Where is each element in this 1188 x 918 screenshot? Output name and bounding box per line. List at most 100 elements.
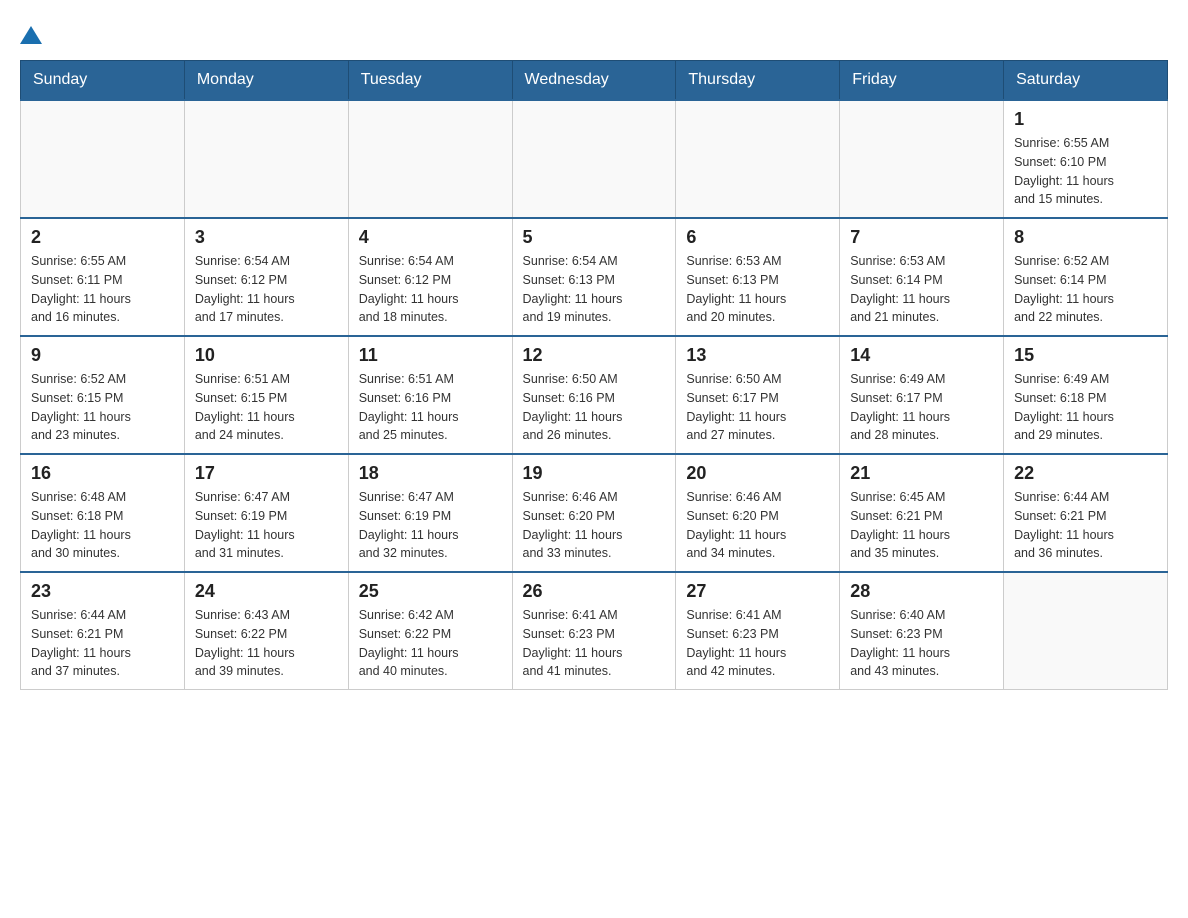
day-info: Sunrise: 6:52 AMSunset: 6:15 PMDaylight:… (31, 370, 174, 445)
day-info: Sunrise: 6:54 AMSunset: 6:13 PMDaylight:… (523, 252, 666, 327)
day-number: 23 (31, 581, 174, 602)
calendar-day-cell (21, 100, 185, 218)
calendar-day-cell: 1Sunrise: 6:55 AMSunset: 6:10 PMDaylight… (1004, 100, 1168, 218)
day-number: 10 (195, 345, 338, 366)
calendar-day-cell (348, 100, 512, 218)
day-number: 28 (850, 581, 993, 602)
day-of-week-header: Saturday (1004, 61, 1168, 101)
day-number: 6 (686, 227, 829, 248)
day-of-week-header: Wednesday (512, 61, 676, 101)
day-info: Sunrise: 6:45 AMSunset: 6:21 PMDaylight:… (850, 488, 993, 563)
day-number: 24 (195, 581, 338, 602)
day-info: Sunrise: 6:50 AMSunset: 6:16 PMDaylight:… (523, 370, 666, 445)
day-number: 14 (850, 345, 993, 366)
day-number: 15 (1014, 345, 1157, 366)
day-number: 13 (686, 345, 829, 366)
day-info: Sunrise: 6:53 AMSunset: 6:13 PMDaylight:… (686, 252, 829, 327)
day-info: Sunrise: 6:47 AMSunset: 6:19 PMDaylight:… (359, 488, 502, 563)
day-number: 20 (686, 463, 829, 484)
day-info: Sunrise: 6:44 AMSunset: 6:21 PMDaylight:… (31, 606, 174, 681)
day-info: Sunrise: 6:50 AMSunset: 6:17 PMDaylight:… (686, 370, 829, 445)
calendar-day-cell: 10 Sunrise: 6:51 AMSunset: 6:15 PMDayligh… (184, 336, 348, 454)
calendar-week-row: 9 Sunrise: 6:52 AMSunset: 6:15 PMDaylight… (21, 336, 1168, 454)
calendar-day-cell: 8 Sunrise: 6:52 AMSunset: 6:14 PMDaylight… (1004, 218, 1168, 336)
day-info: Sunrise: 6:40 AMSunset: 6:23 PMDaylight:… (850, 606, 993, 681)
calendar-week-row: 16 Sunrise: 6:48 AMSunset: 6:18 PMDayligh… (21, 454, 1168, 572)
day-info: Sunrise: 6:49 AMSunset: 6:18 PMDaylight:… (1014, 370, 1157, 445)
calendar-day-cell (1004, 572, 1168, 690)
day-of-week-header: Tuesday (348, 61, 512, 101)
day-number: 12 (523, 345, 666, 366)
calendar-day-cell: 2 Sunrise: 6:55 AMSunset: 6:11 PMDaylight… (21, 218, 185, 336)
calendar-week-row: 1Sunrise: 6:55 AMSunset: 6:10 PMDaylight… (21, 100, 1168, 218)
day-number: 19 (523, 463, 666, 484)
day-number: 9 (31, 345, 174, 366)
day-info: Sunrise: 6:46 AMSunset: 6:20 PMDaylight:… (523, 488, 666, 563)
day-info: Sunrise: 6:53 AMSunset: 6:14 PMDaylight:… (850, 252, 993, 327)
calendar-day-cell (184, 100, 348, 218)
day-info: Sunrise: 6:47 AMSunset: 6:19 PMDaylight:… (195, 488, 338, 563)
day-number: 4 (359, 227, 502, 248)
calendar-day-cell: 26Sunrise: 6:41 AMSunset: 6:23 PMDayligh… (512, 572, 676, 690)
day-number: 17 (195, 463, 338, 484)
day-number: 18 (359, 463, 502, 484)
calendar-header-row: SundayMondayTuesdayWednesdayThursdayFrid… (21, 61, 1168, 101)
day-of-week-header: Friday (840, 61, 1004, 101)
calendar-day-cell: 6 Sunrise: 6:53 AMSunset: 6:13 PMDaylight… (676, 218, 840, 336)
day-number: 5 (523, 227, 666, 248)
day-number: 7 (850, 227, 993, 248)
day-info: Sunrise: 6:55 AMSunset: 6:11 PMDaylight:… (31, 252, 174, 327)
calendar-week-row: 23 Sunrise: 6:44 AMSunset: 6:21 PMDayligh… (21, 572, 1168, 690)
calendar-day-cell: 3 Sunrise: 6:54 AMSunset: 6:12 PMDaylight… (184, 218, 348, 336)
day-info: Sunrise: 6:44 AMSunset: 6:21 PMDaylight:… (1014, 488, 1157, 563)
day-info: Sunrise: 6:46 AMSunset: 6:20 PMDaylight:… (686, 488, 829, 563)
calendar-day-cell: 15 Sunrise: 6:49 AMSunset: 6:18 PMDayligh… (1004, 336, 1168, 454)
day-number: 3 (195, 227, 338, 248)
day-info: Sunrise: 6:41 AMSunset: 6:23 PMDaylight:… (686, 606, 829, 681)
day-number: 22 (1014, 463, 1157, 484)
day-number: 2 (31, 227, 174, 248)
calendar-table: SundayMondayTuesdayWednesdayThursdayFrid… (20, 60, 1168, 690)
day-info: Sunrise: 6:52 AMSunset: 6:14 PMDaylight:… (1014, 252, 1157, 327)
day-info: Sunrise: 6:55 AMSunset: 6:10 PMDaylight:… (1014, 134, 1157, 209)
calendar-day-cell: 17 Sunrise: 6:47 AMSunset: 6:19 PMDayligh… (184, 454, 348, 572)
calendar-day-cell (676, 100, 840, 218)
calendar-day-cell: 28 Sunrise: 6:40 AMSunset: 6:23 PMDayligh… (840, 572, 1004, 690)
calendar-day-cell: 22 Sunrise: 6:44 AMSunset: 6:21 PMDayligh… (1004, 454, 1168, 572)
calendar-day-cell (512, 100, 676, 218)
day-info: Sunrise: 6:54 AMSunset: 6:12 PMDaylight:… (195, 252, 338, 327)
calendar-day-cell: 13 Sunrise: 6:50 AMSunset: 6:17 PMDayligh… (676, 336, 840, 454)
calendar-day-cell: 14 Sunrise: 6:49 AMSunset: 6:17 PMDayligh… (840, 336, 1004, 454)
calendar-day-cell: 16 Sunrise: 6:48 AMSunset: 6:18 PMDayligh… (21, 454, 185, 572)
logo-icon (20, 26, 42, 44)
calendar-day-cell: 18 Sunrise: 6:47 AMSunset: 6:19 PMDayligh… (348, 454, 512, 572)
day-number: 16 (31, 463, 174, 484)
day-of-week-header: Thursday (676, 61, 840, 101)
calendar-day-cell: 21Sunrise: 6:45 AMSunset: 6:21 PMDayligh… (840, 454, 1004, 572)
calendar-day-cell: 20 Sunrise: 6:46 AMSunset: 6:20 PMDayligh… (676, 454, 840, 572)
logo (20, 20, 42, 50)
page-header (20, 20, 1168, 50)
calendar-week-row: 2 Sunrise: 6:55 AMSunset: 6:11 PMDaylight… (21, 218, 1168, 336)
calendar-day-cell: 19 Sunrise: 6:46 AMSunset: 6:20 PMDayligh… (512, 454, 676, 572)
calendar-day-cell: 7 Sunrise: 6:53 AMSunset: 6:14 PMDaylight… (840, 218, 1004, 336)
day-info: Sunrise: 6:54 AMSunset: 6:12 PMDaylight:… (359, 252, 502, 327)
day-info: Sunrise: 6:49 AMSunset: 6:17 PMDaylight:… (850, 370, 993, 445)
day-of-week-header: Sunday (21, 61, 185, 101)
day-number: 27 (686, 581, 829, 602)
day-number: 8 (1014, 227, 1157, 248)
calendar-day-cell: 12 Sunrise: 6:50 AMSunset: 6:16 PMDayligh… (512, 336, 676, 454)
calendar-day-cell: 11 Sunrise: 6:51 AMSunset: 6:16 PMDayligh… (348, 336, 512, 454)
day-of-week-header: Monday (184, 61, 348, 101)
day-info: Sunrise: 6:51 AMSunset: 6:15 PMDaylight:… (195, 370, 338, 445)
day-number: 25 (359, 581, 502, 602)
calendar-day-cell: 4 Sunrise: 6:54 AMSunset: 6:12 PMDaylight… (348, 218, 512, 336)
day-info: Sunrise: 6:48 AMSunset: 6:18 PMDaylight:… (31, 488, 174, 563)
day-number: 11 (359, 345, 502, 366)
day-info: Sunrise: 6:43 AMSunset: 6:22 PMDaylight:… (195, 606, 338, 681)
day-info: Sunrise: 6:42 AMSunset: 6:22 PMDaylight:… (359, 606, 502, 681)
day-number: 26 (523, 581, 666, 602)
calendar-day-cell: 5 Sunrise: 6:54 AMSunset: 6:13 PMDaylight… (512, 218, 676, 336)
calendar-day-cell: 9 Sunrise: 6:52 AMSunset: 6:15 PMDaylight… (21, 336, 185, 454)
day-info: Sunrise: 6:51 AMSunset: 6:16 PMDaylight:… (359, 370, 502, 445)
